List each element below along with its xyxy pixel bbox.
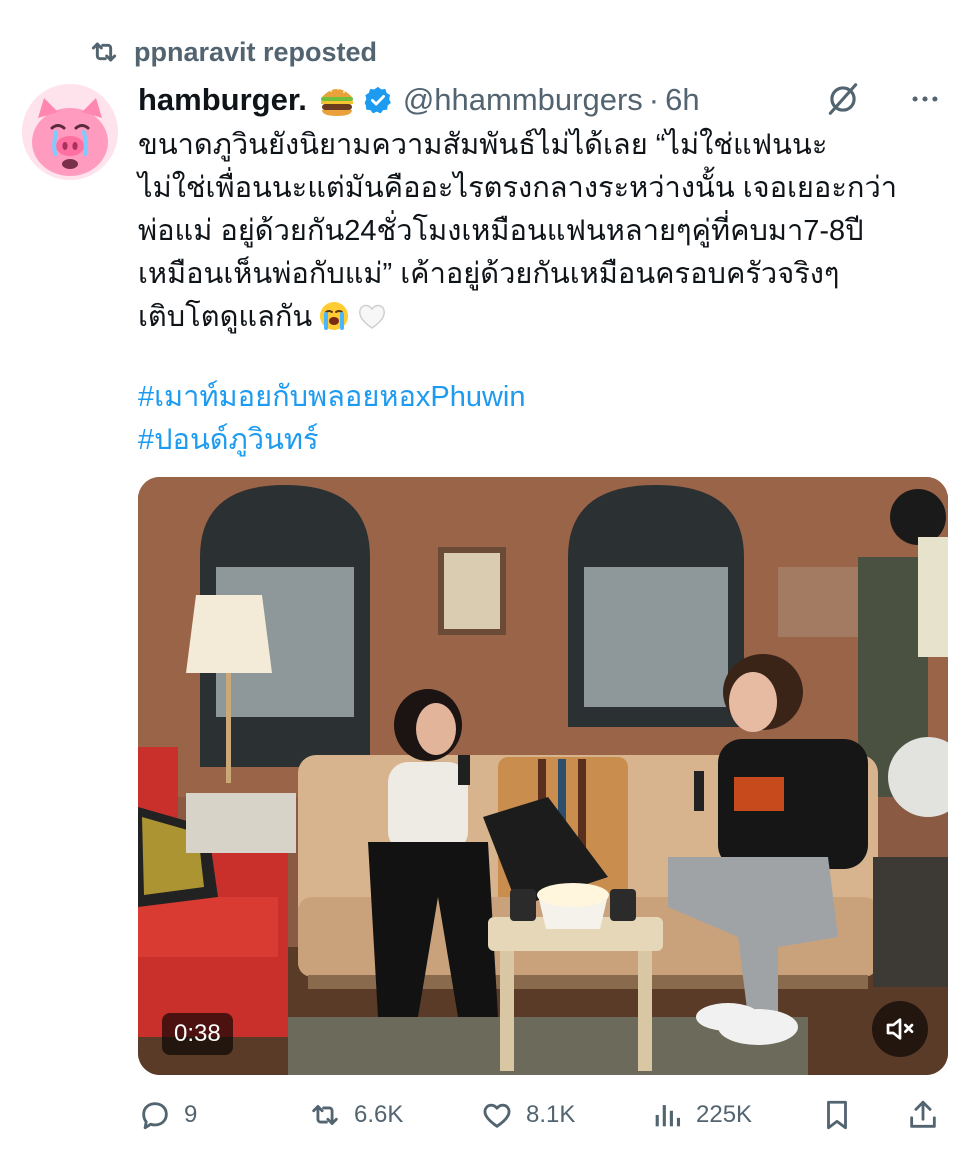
repost-context[interactable]: ppnaravit reposted bbox=[88, 34, 377, 70]
tweet-text: ขนาดภูวินยังนิยามความสัมพันธ์ไม่ได้เลย “… bbox=[138, 124, 938, 339]
tweet-time[interactable]: 6h bbox=[665, 82, 699, 118]
view-count: 225K bbox=[696, 1101, 753, 1128]
tweet-header: hamburger. @hhammburgers · 6h bbox=[138, 78, 944, 122]
more-options-icon[interactable] bbox=[906, 82, 944, 116]
reply-button[interactable]: 9 bbox=[138, 1090, 197, 1140]
like-count: 8.1K bbox=[526, 1101, 576, 1128]
repost-icon bbox=[312, 1105, 338, 1125]
pig-avatar-image bbox=[22, 84, 118, 180]
repost-button[interactable]: 6.6K bbox=[308, 1090, 403, 1140]
tweet-text-line: พ่อแม่ อยู่ด้วยกัน24ชั่วโมงเหมือนแฟนหลาย… bbox=[138, 215, 864, 247]
tweet-text-last-line: เติบโตดูแลกัน bbox=[138, 296, 938, 339]
grok-icon[interactable] bbox=[824, 80, 862, 118]
white-heart-emoji-icon bbox=[359, 304, 386, 329]
video-duration: 0:38 bbox=[162, 1013, 233, 1055]
analytics-icon bbox=[655, 1105, 681, 1127]
video-player[interactable]: 0:38 bbox=[138, 477, 948, 1075]
header-separator: · bbox=[648, 82, 660, 117]
hashtag-link[interactable]: #ปอนด์ภูวินทร์ bbox=[138, 419, 526, 462]
reply-count: 9 bbox=[184, 1101, 198, 1128]
tweet-text-line: ขนาดภูวินยังนิยามความสัมพันธ์ไม่ได้เลย “… bbox=[138, 129, 828, 161]
repost-label: ppnaravit reposted bbox=[134, 36, 378, 67]
bookmark-button[interactable] bbox=[820, 1090, 854, 1140]
heart-icon bbox=[483, 1103, 511, 1128]
share-button[interactable] bbox=[906, 1090, 940, 1140]
verified-badge-icon bbox=[364, 86, 391, 114]
video-thumbnail bbox=[138, 477, 948, 1075]
reply-icon bbox=[142, 1102, 168, 1130]
hashtag-list: #เมาท์มอยกับพลอยหอxPhuwin #ปอนด์ภูวินทร์ bbox=[138, 376, 526, 462]
repost-count: 6.6K bbox=[354, 1101, 404, 1128]
tweet-action-bar: 9 6.6K 8.1K 225K bbox=[138, 1090, 948, 1140]
tweet-text-line: เติบโตดูแลกัน bbox=[138, 301, 313, 333]
avatar[interactable] bbox=[22, 84, 118, 180]
tweet-text-line: เหมือนเห็นพ่อกับแม่” เค้าอยู่ด้วยกันเหมื… bbox=[138, 258, 840, 290]
repost-icon bbox=[91, 42, 117, 62]
author-handle[interactable]: @hhammburgers bbox=[403, 82, 643, 118]
speaker-muted-icon bbox=[886, 1018, 914, 1040]
mute-button[interactable] bbox=[872, 1001, 928, 1057]
author-display-name[interactable]: hamburger. bbox=[138, 82, 307, 118]
hamburger-emoji-icon bbox=[320, 88, 353, 116]
views-button[interactable]: 225K bbox=[650, 1090, 752, 1140]
like-button[interactable]: 8.1K bbox=[480, 1090, 575, 1140]
share-icon bbox=[910, 1100, 936, 1128]
loudly-crying-face-emoji-icon bbox=[320, 302, 349, 330]
tweet-text-line: ไม่ใช่เพื่อนนะแต่มันคืออะไรตรงกลางระหว่า… bbox=[138, 172, 898, 204]
hashtag-link[interactable]: #เมาท์มอยกับพลอยหอxPhuwin bbox=[138, 376, 526, 419]
bookmark-icon bbox=[827, 1100, 847, 1130]
